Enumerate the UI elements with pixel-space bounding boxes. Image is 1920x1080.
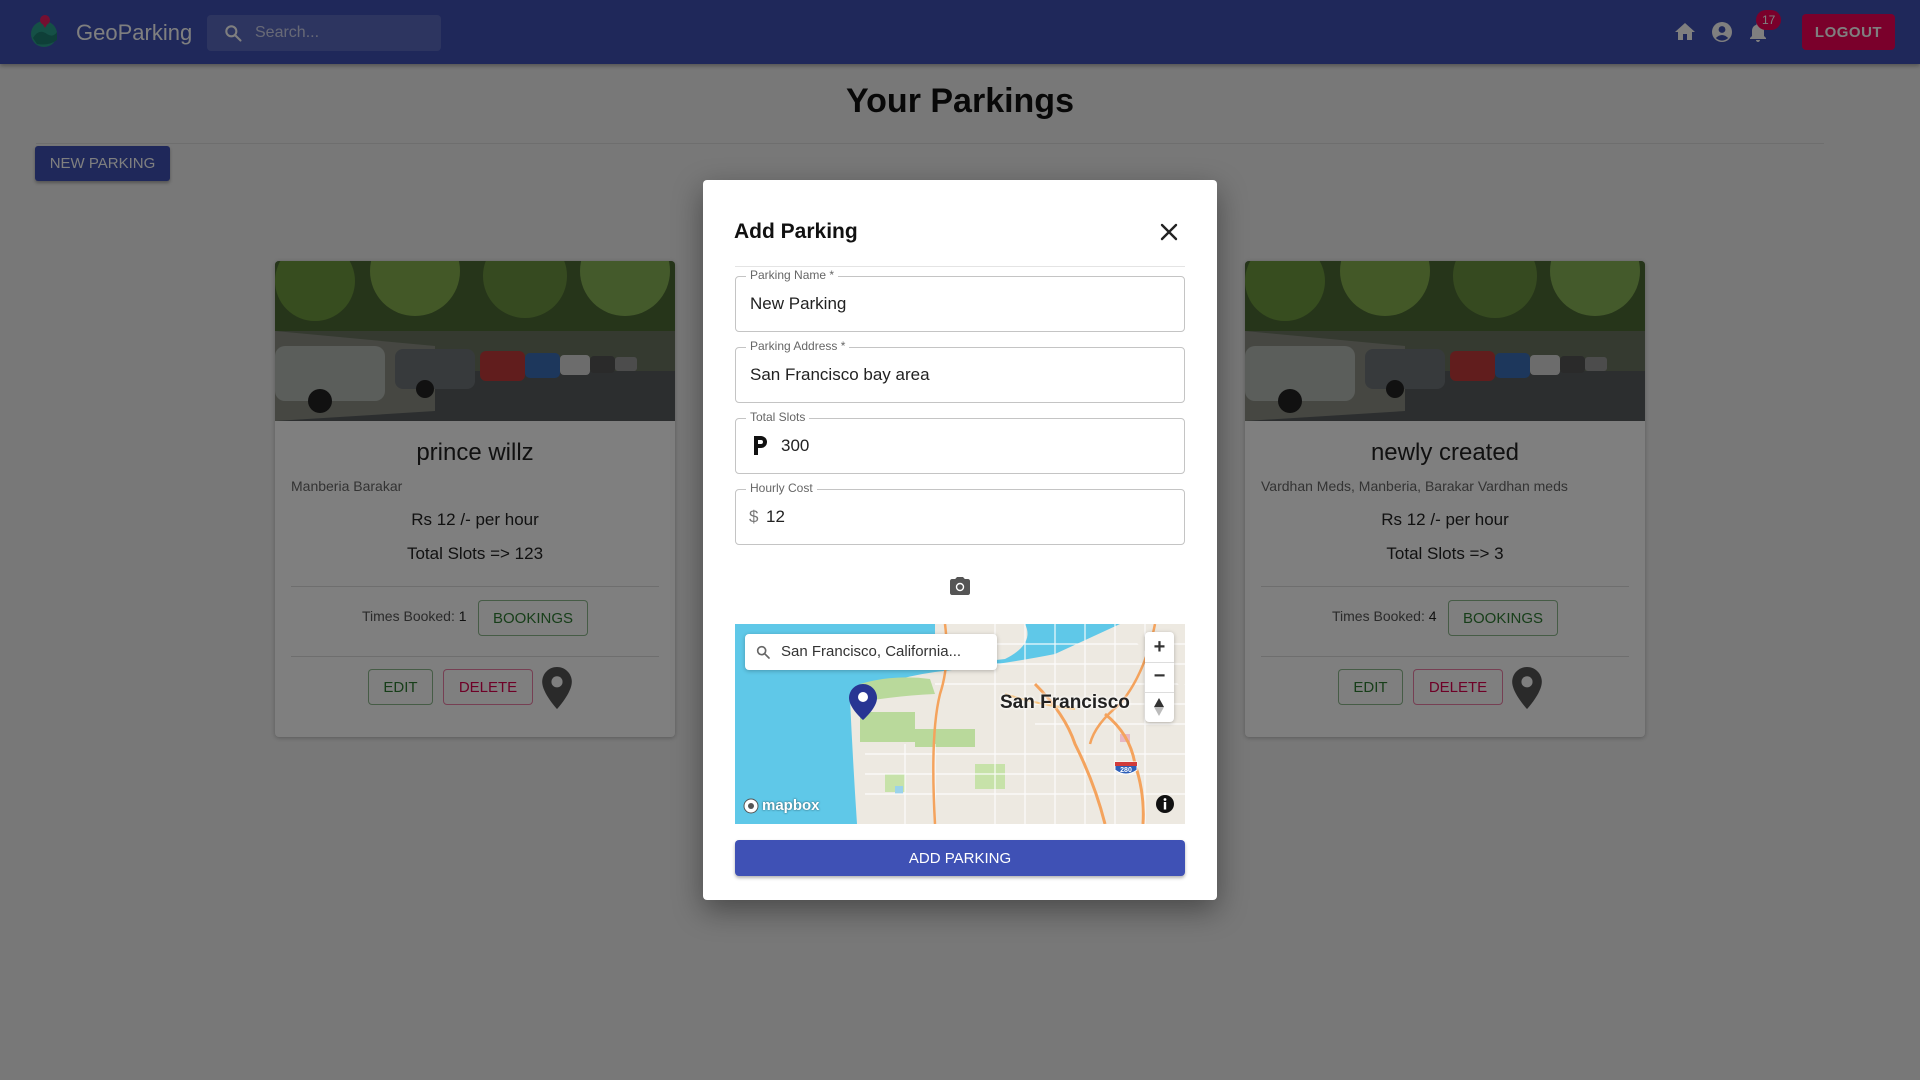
dollar-adornment: $ <box>749 507 759 526</box>
add-parking-dialog: Add Parking Parking Name * New Parking P… <box>703 180 1217 900</box>
parking-p-icon <box>754 436 767 455</box>
map-control-divider <box>1145 692 1174 693</box>
map-search-box[interactable]: San Francisco, California... <box>745 634 997 670</box>
compass-icon[interactable] <box>1152 697 1166 717</box>
camera-icon[interactable] <box>948 574 972 598</box>
mapbox-label: mapbox <box>762 797 820 814</box>
map-zoom-controls: + − <box>1145 632 1174 722</box>
map-marker-icon[interactable] <box>849 684 877 720</box>
add-parking-submit-button[interactable]: ADD PARKING <box>735 840 1185 876</box>
dialog-title: Add Parking <box>734 220 858 243</box>
highway-shield-label: 280 <box>1120 767 1132 774</box>
zoom-in-button[interactable]: + <box>1145 633 1174 662</box>
total-slots-input[interactable]: 300 <box>781 419 809 473</box>
map-city-label: San Francisco <box>1000 692 1130 713</box>
mapbox-logo-icon <box>743 798 759 813</box>
location-map[interactable]: 280 San Francisco, California... + − San… <box>735 624 1185 824</box>
map-search-text[interactable]: San Francisco, California... <box>781 634 961 670</box>
parking-name-input[interactable]: New Parking <box>750 277 846 331</box>
close-icon[interactable] <box>1157 220 1181 244</box>
parking-name-field[interactable]: Parking Name * New Parking <box>735 268 1185 332</box>
mapbox-attribution[interactable]: mapbox <box>743 797 820 814</box>
parking-address-input[interactable]: San Francisco bay area <box>750 348 930 402</box>
info-icon[interactable] <box>1155 794 1175 814</box>
parking-address-field[interactable]: Parking Address * San Francisco bay area <box>735 339 1185 403</box>
dialog-divider <box>735 266 1185 267</box>
total-slots-field[interactable]: Total Slots 300 <box>735 410 1185 474</box>
hourly-cost-input[interactable]: 12 <box>766 490 785 544</box>
zoom-out-button[interactable]: − <box>1145 662 1174 691</box>
hourly-cost-field[interactable]: Hourly Cost $ 12 <box>735 481 1185 545</box>
highway-shield-icon: 280 <box>1114 761 1138 775</box>
search-icon <box>756 645 770 659</box>
